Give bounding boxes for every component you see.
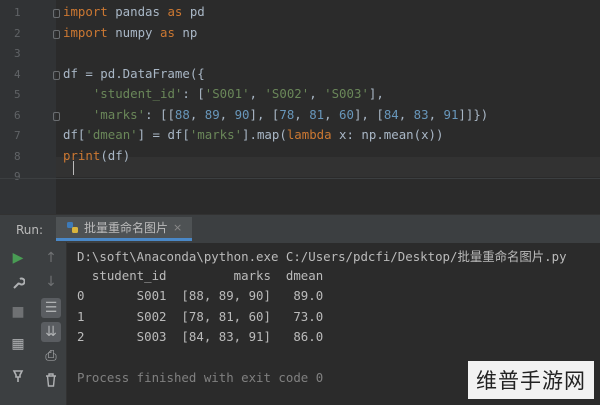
pin-icon[interactable]	[8, 366, 28, 386]
code-token: 'dmean'	[85, 127, 138, 142]
console-line: 2 S003 [84, 83, 91] 86.0	[77, 329, 324, 344]
console-line: D:\soft\Anaconda\python.exe C:/Users/pdc…	[77, 249, 567, 264]
code-token: ,	[324, 106, 340, 122]
console-line: student_id marks dmean	[77, 267, 324, 283]
code-token: pandas	[115, 4, 168, 19]
code-token: ,	[309, 86, 325, 101]
site-watermark: 维普手游网	[468, 361, 594, 399]
run-panel-header: Run: 批量重命名图片 ×	[0, 214, 600, 243]
code-token: as	[159, 24, 183, 40]
left-tool-strip: ▶ ■ ▦	[0, 242, 36, 405]
code-token: ,	[249, 86, 265, 101]
code-token: : [[	[145, 106, 175, 122]
code-token: df = pd.DataFrame({	[63, 65, 205, 81]
run-label: Run:	[16, 223, 44, 237]
code-token: 88	[174, 106, 190, 122]
code-token: ,	[189, 106, 205, 122]
code-token: df[	[63, 127, 86, 142]
up-arrow-icon[interactable]: ↑	[41, 248, 61, 268]
code-line: df = pd.DataFrame({	[63, 66, 205, 81]
code-token: 83	[413, 106, 429, 122]
code-token: 60	[339, 106, 354, 122]
code-token: ]]})	[458, 106, 489, 122]
code-token: ,	[398, 106, 414, 122]
code-token: np	[182, 24, 198, 40]
code-token: 91	[443, 106, 459, 122]
code-token: as	[167, 4, 190, 19]
code-token: ,	[219, 106, 235, 122]
scroll-to-end-icon[interactable]: ⇊	[41, 322, 61, 342]
code-token: (df)	[100, 147, 131, 163]
code-token: ] = df[	[137, 127, 190, 142]
line-number: 2	[14, 26, 21, 40]
line-number: 9	[14, 170, 21, 183]
code-token: 'marks'	[92, 106, 146, 122]
close-icon[interactable]: ×	[173, 221, 182, 234]
editor-divider	[0, 178, 600, 179]
rerun-icon[interactable]: ▶	[8, 248, 28, 268]
code-token: 'S002'	[264, 86, 310, 101]
code-token: import	[63, 24, 116, 40]
code-editor[interactable]: 1 2 3 4 5 6 7 8 9 import pandas as pd import numpy…	[0, 0, 600, 214]
code-token: pd	[189, 4, 205, 19]
code-line: import pandas as pd	[63, 4, 205, 19]
fold-marker-icon[interactable]	[53, 9, 60, 18]
code-token: 84	[383, 106, 399, 122]
line-number: 3	[14, 47, 21, 60]
run-tab-title: 批量重命名图片	[84, 221, 169, 235]
console-line: 0 S001 [88, 89, 90] 89.0	[77, 288, 324, 303]
code-line: import numpy as np	[63, 25, 197, 40]
layout-icon[interactable]: ▦	[8, 334, 28, 354]
stop-icon[interactable]: ■	[8, 302, 28, 322]
line-number: 4	[14, 67, 21, 81]
fold-marker-icon[interactable]	[53, 111, 60, 121]
code-token: ], [	[353, 106, 384, 122]
code-line: df['dmean'] = df['marks'].map(lambda x: …	[63, 127, 443, 142]
line-number: 7	[14, 129, 21, 142]
run-tab[interactable]: 批量重命名图片 ×	[56, 217, 193, 241]
console-line: 1 S002 [78, 81, 60] 73.0	[77, 308, 324, 324]
wrench-icon[interactable]	[8, 274, 28, 294]
line-number: 8	[14, 149, 21, 163]
code-token: 'S001'	[204, 86, 250, 101]
code-token: ,	[294, 106, 310, 122]
code-token: : [	[182, 86, 205, 101]
console-toolbar: ↑ ↓ ☰ ⇊ ⎙	[36, 242, 67, 405]
code-line: 'marks': [[88, 89, 90], [78, 81, 60], [8…	[63, 107, 488, 122]
text-cursor	[73, 161, 74, 175]
down-arrow-icon[interactable]: ↓	[41, 272, 61, 292]
soft-wrap-icon[interactable]: ☰	[41, 298, 61, 318]
code-token: 81	[309, 106, 325, 122]
current-line-highlight	[56, 157, 600, 177]
code-token: 'marks'	[189, 127, 243, 142]
line-number: 6	[14, 108, 21, 122]
code-token: 89	[204, 106, 220, 122]
fold-marker-icon[interactable]	[53, 70, 60, 80]
code-token: ,	[428, 106, 444, 122]
python-icon	[67, 222, 78, 233]
code-token: 90	[234, 106, 250, 122]
code-token: numpy	[115, 24, 160, 40]
print-icon[interactable]: ⎙	[41, 346, 61, 366]
fold-marker-icon[interactable]	[53, 29, 60, 39]
trash-icon[interactable]	[41, 370, 61, 390]
console-line: Process finished with exit code 0	[77, 370, 324, 385]
code-line: 'student_id': ['S001', 'S002', 'S003'],	[63, 86, 384, 101]
code-token: x: np.mean(x))	[339, 127, 444, 142]
line-number: 5	[14, 88, 21, 101]
code-token: 'student_id'	[92, 86, 183, 101]
code-token: ].map(	[242, 127, 287, 142]
code-token: import	[63, 4, 116, 19]
code-token: ],	[368, 86, 384, 101]
code-token: 78	[279, 106, 295, 122]
code-token: ], [	[249, 106, 280, 122]
code-token: print	[63, 147, 101, 163]
code-token: lambda	[286, 127, 340, 142]
line-number: 1	[14, 6, 21, 19]
code-token: 'S003'	[324, 86, 369, 101]
